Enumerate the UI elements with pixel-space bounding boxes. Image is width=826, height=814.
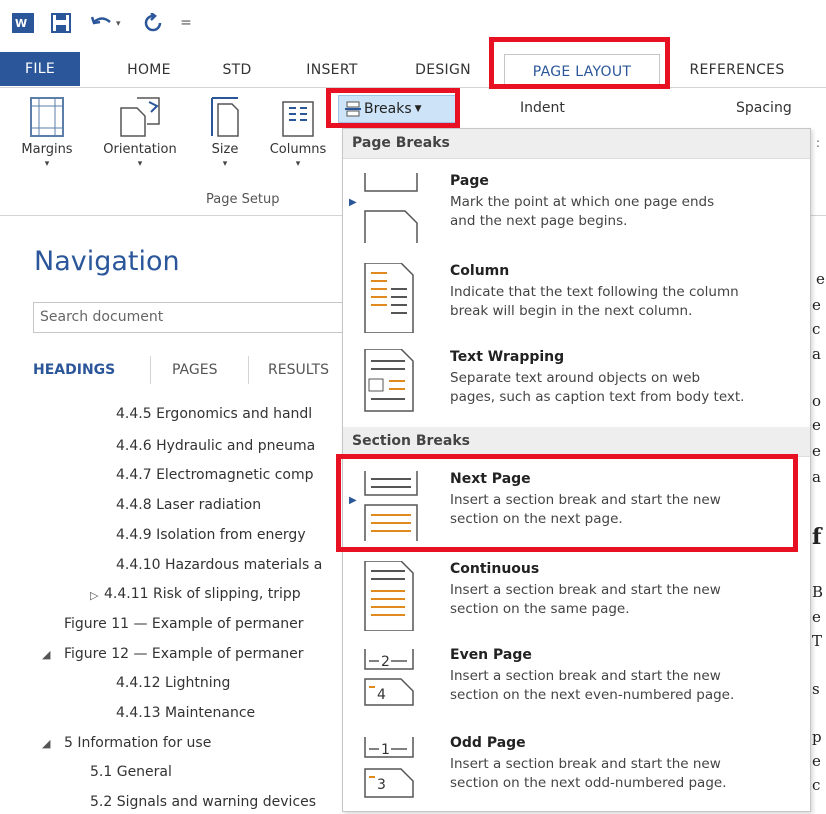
menu-item-title: Page: [450, 173, 489, 189]
columns-icon: [282, 101, 314, 137]
menu-item-even-page[interactable]: 2 4 Even Page Insert a section break and…: [343, 645, 810, 729]
tab-headings[interactable]: HEADINGS: [33, 362, 115, 378]
highlight-breaks-button: [326, 88, 460, 128]
svg-text:W: W: [15, 17, 27, 30]
margins-label: Margins: [21, 142, 73, 157]
nav-heading-item[interactable]: Figure 12 — Example of permaner: [64, 646, 304, 662]
menu-item-page[interactable]: ▶ Page Mark the point at which one page …: [343, 171, 810, 255]
page-break-icon: [364, 173, 418, 243]
collapse-arrow-icon[interactable]: ◢: [42, 648, 50, 661]
tab-home[interactable]: HOME: [114, 56, 184, 84]
orientation-icon: [120, 97, 160, 137]
expand-arrow-icon[interactable]: ▷: [90, 589, 98, 602]
save-icon[interactable]: [48, 10, 74, 36]
customize-qat-icon[interactable]: =: [176, 10, 196, 36]
highlight-next-page-item: [336, 454, 798, 552]
navigation-pane: Navigation Search document HEADINGS PAGE…: [0, 216, 363, 814]
nav-heading-item[interactable]: 5.2 Signals and warning devices: [90, 794, 316, 810]
nav-heading-item[interactable]: 4.4.6 Hydraulic and pneuma: [116, 438, 315, 454]
collapse-arrow-icon[interactable]: ◢: [42, 737, 50, 750]
navigation-title: Navigation: [34, 246, 180, 277]
page-setup-group-label: Page Setup: [206, 192, 280, 207]
tab-results[interactable]: RESULTS: [268, 362, 329, 378]
svg-text:▾: ▾: [116, 19, 121, 29]
odd-page-break-icon: 1 3: [364, 737, 414, 798]
continuous-break-icon: [364, 561, 414, 631]
nav-heading-item[interactable]: 5.1 General: [90, 764, 172, 780]
search-input[interactable]: Search document: [33, 302, 363, 333]
nav-heading-item[interactable]: 4.4.10 Hazardous materials a: [116, 557, 322, 573]
nav-heading-item[interactable]: 4.4.11 Risk of slipping, tripp: [104, 586, 301, 602]
ribbon-tab-row: FILE HOME STD INSERT DESIGN PAGE LAYOUT …: [0, 48, 826, 89]
tab-insert[interactable]: INSERT: [292, 56, 372, 84]
page-breaks-header: Page Breaks: [343, 129, 810, 159]
menu-item-description: Insert a section break and start the new…: [450, 668, 735, 703]
tab-file[interactable]: FILE: [0, 52, 80, 86]
size-icon: [211, 97, 239, 137]
menu-item-title: Column: [450, 263, 510, 279]
indent-label: Indent: [520, 100, 565, 116]
svg-text:3: 3: [377, 777, 386, 793]
orientation-button[interactable]: Orientation ▾: [92, 96, 188, 169]
menu-item-title: Odd Page: [450, 735, 526, 751]
tab-design[interactable]: DESIGN: [398, 56, 488, 84]
nav-heading-item[interactable]: 5 Information for use: [64, 735, 211, 751]
menu-item-odd-page[interactable]: 1 3 Odd Page Insert a section break and …: [343, 733, 810, 814]
nav-heading-item[interactable]: 4.4.13 Maintenance: [116, 705, 255, 721]
svg-text:1: 1: [381, 742, 390, 758]
columns-label: Columns: [269, 142, 327, 157]
default-marker-icon: ▶: [349, 197, 357, 208]
svg-text:2: 2: [381, 654, 390, 670]
word-icon: W: [10, 10, 36, 36]
highlight-page-layout-tab: [489, 37, 670, 89]
text-wrapping-icon: [364, 349, 414, 412]
nav-heading-item[interactable]: 4.4.9 Isolation from energy: [116, 527, 306, 543]
margins-icon: [30, 97, 64, 137]
undo-icon[interactable]: ▾: [88, 10, 128, 36]
nav-heading-item[interactable]: Figure 11 — Example of permaner: [64, 616, 304, 632]
size-button[interactable]: Size ▾: [200, 96, 250, 169]
menu-item-description: Indicate that the text following the col…: [450, 284, 739, 319]
tab-references[interactable]: REFERENCES: [672, 56, 802, 84]
menu-item-title: Even Page: [450, 647, 532, 663]
section-breaks-header: Section Breaks: [343, 427, 810, 457]
spacing-label: Spacing: [736, 100, 792, 116]
size-label: Size: [211, 142, 239, 157]
orientation-label: Orientation: [103, 142, 177, 157]
menu-item-description: Separate text around objects on web page…: [450, 370, 745, 405]
nav-heading-item[interactable]: 4.4.7 Electromagnetic comp: [116, 467, 314, 483]
menu-item-description: Insert a section break and start the new…: [450, 756, 727, 791]
menu-item-text-wrapping[interactable]: Text Wrapping Separate text around objec…: [343, 347, 810, 431]
quick-access-toolbar: W ▾ =: [0, 0, 826, 48]
margins-button[interactable]: Margins ▾: [12, 96, 82, 169]
menu-item-title: Text Wrapping: [450, 349, 565, 365]
svg-text:4: 4: [377, 687, 386, 703]
even-page-break-icon: 2 4: [364, 649, 414, 706]
menu-item-continuous[interactable]: Continuous Insert a section break and st…: [343, 559, 810, 643]
tab-std[interactable]: STD: [214, 56, 260, 84]
menu-item-column[interactable]: Column Indicate that the text following …: [343, 261, 810, 345]
nav-heading-item[interactable]: 4.4.12 Lightning: [116, 675, 230, 691]
tab-pages[interactable]: PAGES: [172, 362, 217, 378]
menu-item-description: Insert a section break and start the new…: [450, 582, 721, 617]
column-break-icon: [364, 263, 414, 333]
menu-item-description: Mark the point at which one page ends an…: [450, 194, 715, 229]
redo-icon[interactable]: [140, 10, 166, 36]
nav-heading-item[interactable]: 4.4.5 Ergonomics and handl: [116, 406, 312, 422]
menu-item-title: Continuous: [450, 561, 540, 577]
nav-heading-item[interactable]: 4.4.8 Laser radiation: [116, 497, 261, 513]
